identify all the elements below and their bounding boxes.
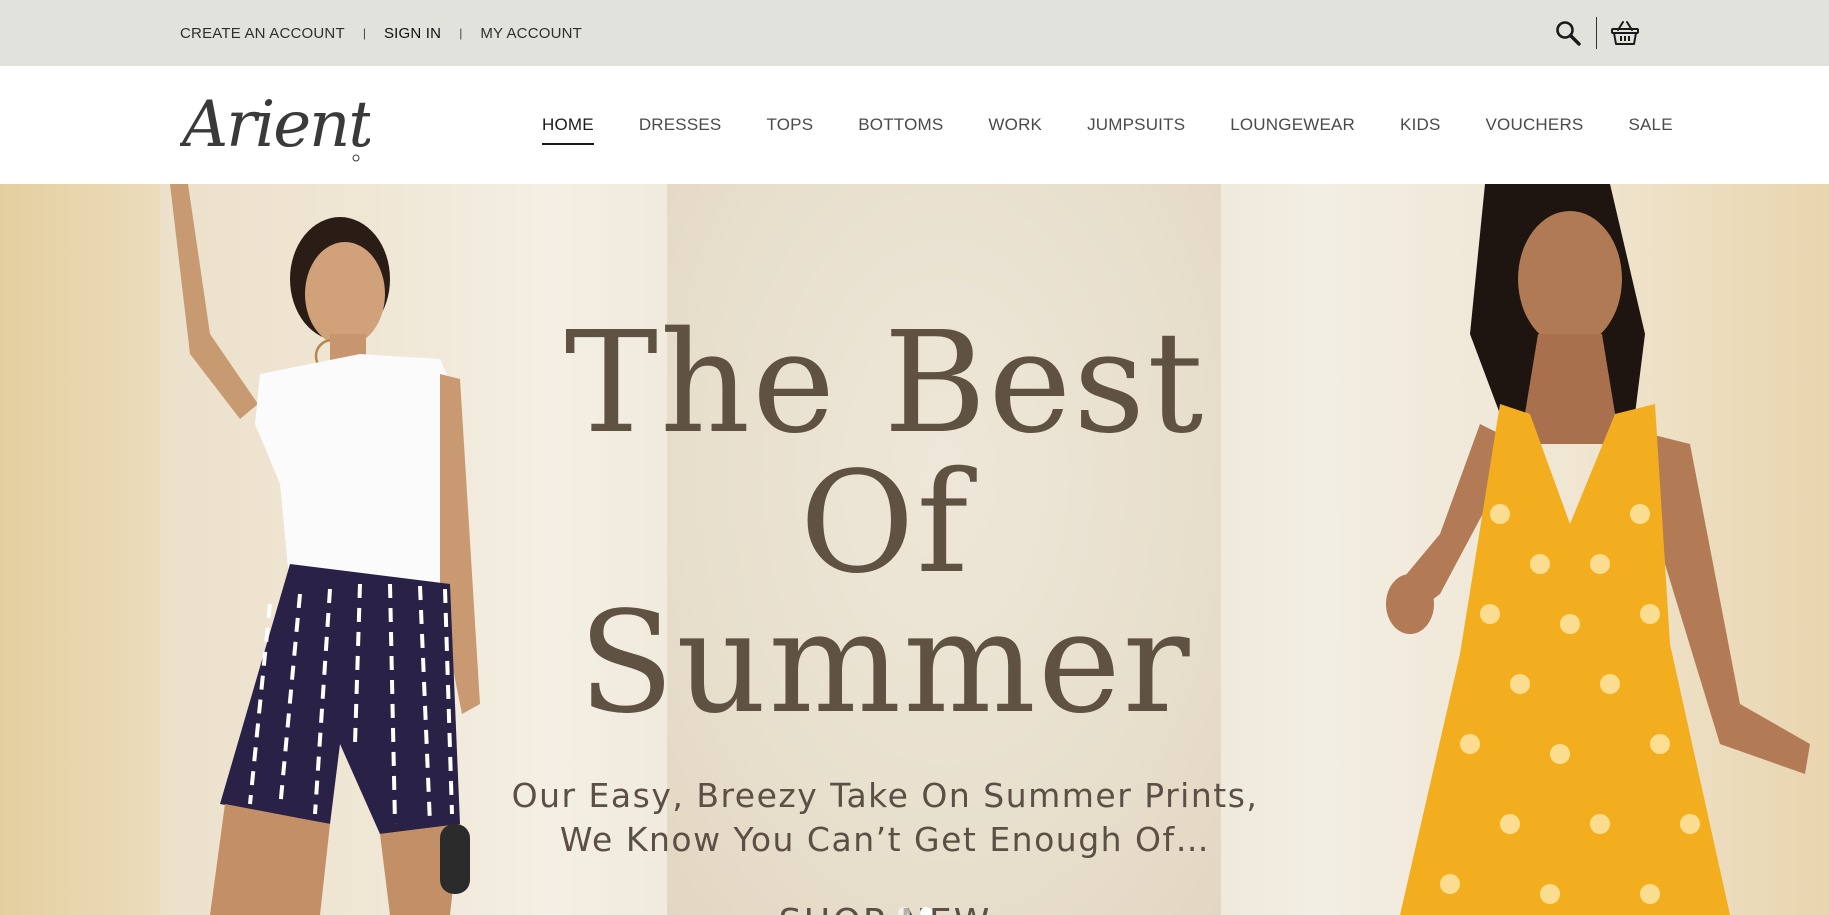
brand-logo[interactable]: Arienti	[177, 84, 393, 168]
hero-banner[interactable]: The Best Of Summer Our Easy, Breezy Take…	[0, 184, 1829, 915]
search-button[interactable]	[1550, 15, 1586, 51]
model-left-image	[170, 184, 480, 915]
separator: |	[362, 26, 366, 40]
hero-subtitle-line1: Our Easy, Breezy Take On Summer Prints,	[511, 776, 1259, 815]
hero-headline-line2: Of Summer	[578, 442, 1192, 745]
nav-dresses[interactable]: DRESSES	[639, 115, 722, 135]
nav-kids[interactable]: KIDS	[1400, 115, 1440, 135]
main-nav: HOME DRESSES TOPS BOTTOMS WORK JUMPSUITS…	[542, 66, 1673, 184]
hero-headline-line1: The Best	[564, 302, 1206, 465]
account-links: CREATE AN ACCOUNT | SIGN IN | MY ACCOUNT	[180, 0, 582, 66]
hero-subtitle: Our Easy, Breezy Take On Summer Prints, …	[500, 774, 1270, 862]
carousel-dot-1[interactable]	[897, 907, 910, 915]
nav-jumpsuits[interactable]: JUMPSUITS	[1087, 115, 1185, 135]
basket-icon	[1611, 21, 1639, 45]
separator: |	[459, 26, 463, 40]
hero-subtitle-line2: We Know You Can’t Get Enough Of…	[559, 820, 1211, 859]
site-header: Arienti HOME DRESSES TOPS BOTTOMS WORK J…	[0, 66, 1829, 184]
basket-button[interactable]	[1607, 15, 1643, 51]
nav-vouchers[interactable]: VOUCHERS	[1486, 115, 1584, 135]
my-account-link[interactable]: MY ACCOUNT	[480, 25, 582, 42]
hero-copy: The Best Of Summer Our Easy, Breezy Take…	[500, 314, 1270, 915]
carousel-dot-2[interactable]	[919, 907, 932, 915]
carousel-dots	[0, 907, 1829, 915]
nav-work[interactable]: WORK	[988, 115, 1042, 135]
nav-bottoms[interactable]: BOTTOMS	[858, 115, 943, 135]
icon-divider	[1596, 17, 1597, 49]
nav-tops[interactable]: TOPS	[766, 115, 813, 135]
hero-background-left	[0, 184, 160, 915]
nav-loungewear[interactable]: LOUNGEWEAR	[1230, 115, 1355, 135]
sign-in-link[interactable]: SIGN IN	[384, 25, 441, 42]
top-utility-bar: CREATE AN ACCOUNT | SIGN IN | MY ACCOUNT	[0, 0, 1829, 66]
logo-mark: Arienti	[177, 88, 393, 162]
create-account-link[interactable]: CREATE AN ACCOUNT	[180, 25, 345, 42]
model-right-image	[1386, 184, 1810, 915]
nav-sale[interactable]: SALE	[1628, 115, 1672, 135]
header-icons	[1550, 0, 1643, 66]
nav-home[interactable]: HOME	[542, 115, 594, 145]
logo-wordmark: Arienti	[180, 88, 370, 162]
search-icon	[1556, 21, 1581, 46]
